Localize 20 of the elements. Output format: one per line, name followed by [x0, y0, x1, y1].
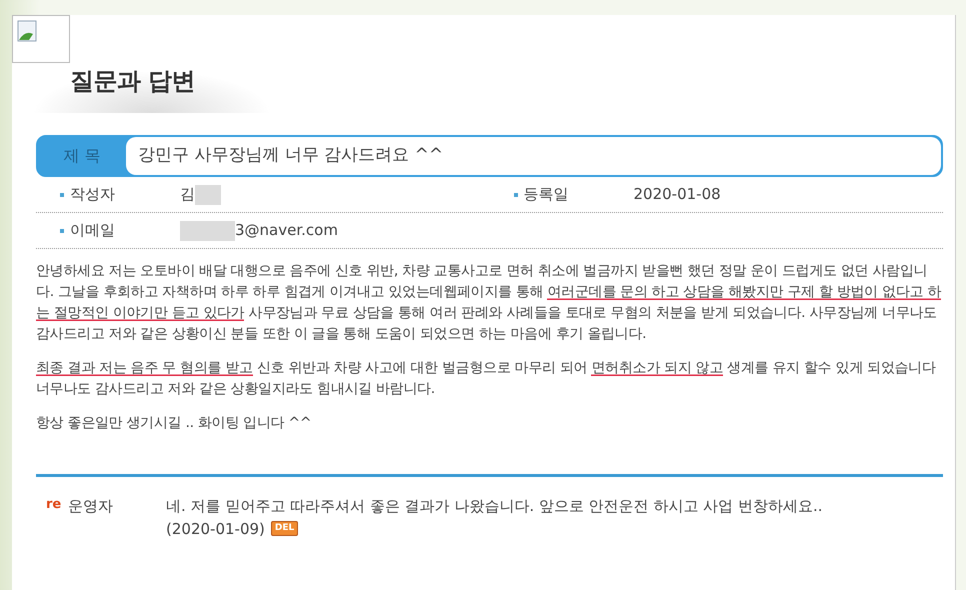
- field-label: 작성자: [70, 184, 116, 206]
- body-paragraph: 안녕하세요 저는 오토바이 배달 대행으로 음주에 신호 위반, 차량 교통사고로 면허 취소에 벌금까지 받을뻔 했던 정말 운이 드럽게도 없던 사람입니다. 그날을 후회하고 자책하며 하루 하루 힘겹게 이겨내고 있었는데웹페이지를 통해 여러군데를 문의 하고 상담을 해봤지만 구제 할 방법이 없다고 하는 절망적인 이야기만 듣고 있다가 사무장님과 무료 상담을 통해 여러 판례와 사례들을 토대로 무혐의 처분을 받게 되었습니다. 사무장님께 너무나도 감사드리고 저와 같은 상황이신 분들 또한 이 글을 통해 도움이 되었으면 하는 마음에 후기 올립니다.: [36, 262, 942, 344]
- bullet-icon: [514, 192, 518, 196]
- field-value: 3@naver.com: [235, 220, 338, 242]
- bullet-icon: [60, 228, 64, 232]
- page-title: 질문과 답변: [70, 66, 196, 97]
- subject-value: 강민구 사무장님께 너무 감사드려요 ^^: [126, 137, 941, 175]
- field-value: 2020-01-08: [634, 184, 721, 206]
- subject-label: 제 목: [62, 145, 102, 167]
- reply-author: 운영자: [68, 496, 114, 517]
- field-label: 이메일: [70, 220, 116, 242]
- bullet-icon: [60, 192, 64, 196]
- reply-date: (2020-01-09): [166, 518, 265, 540]
- reply-text: 네. 저를 믿어주고 따라주셔서 좋은 결과가 나왔습니다. 앞으로 안전운전 하시고 사업 번창하세요..: [166, 496, 824, 517]
- delete-button[interactable]: DEL: [270, 521, 298, 536]
- body-paragraph: 최종 결과 저는 음주 무 혐의를 받고 신호 위반과 차량 사고에 대한 벌금형으로 마무리 되어 면허취소가 되지 않고 생계를 유지 할수 있게 되었습니다 너무나도 감사드리고 저와 같은 상황일지라도 힘내시길 바람니다.: [36, 359, 937, 399]
- field-value: 김: [180, 184, 195, 206]
- reply-label: re: [45, 496, 62, 514]
- field-label: 등록일: [524, 184, 570, 206]
- body-paragraph: 항상 좋은일만 생기시길 .. 화이팅 입니다 ^^: [36, 414, 312, 433]
